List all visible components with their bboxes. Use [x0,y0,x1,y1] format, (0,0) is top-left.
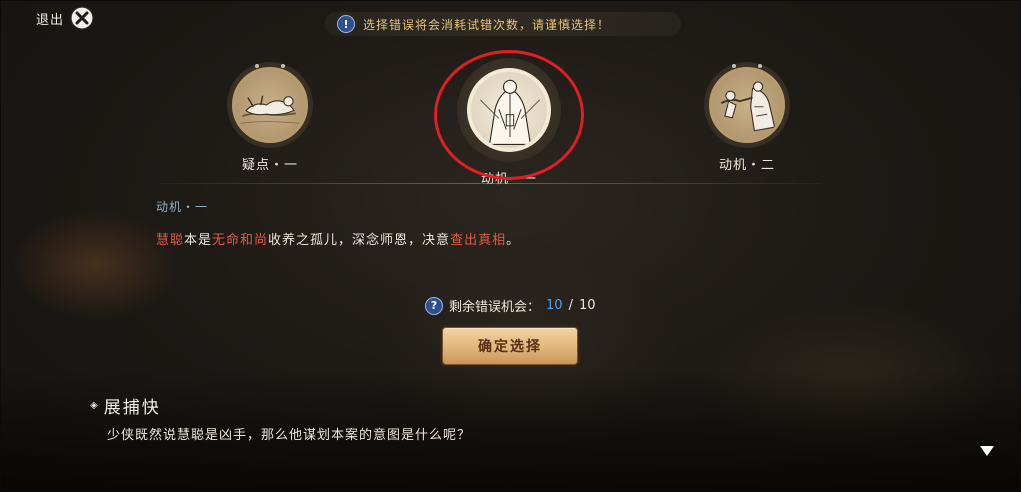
exclamation-icon: ! [337,15,355,33]
section-divider [160,183,820,184]
confirm-label: 确定选择 [478,339,542,355]
confirm-selection-button[interactable]: 确定选择 [442,327,578,365]
dialog-speaker: ◈ 展捕快 [90,393,161,418]
next-arrow-icon[interactable] [980,446,994,456]
clue-label: 动机・二 [718,158,775,173]
clue-image [467,68,551,152]
warning-text: 选择错误将会消耗试错次数，请谨慎选择！ [363,17,611,32]
clue-option-motive-2[interactable]: 动机・二 [704,62,790,173]
clue-medal-selected[interactable] [457,58,561,162]
clue-label: 疑点・一 [241,158,298,173]
clue-option-doubt-1[interactable]: 疑点・一 [227,62,313,173]
chances-total: 10 [578,298,596,313]
exit-button[interactable]: 退出 [36,6,94,30]
clue-label: 动机・一 [480,172,537,187]
dialog-text: 少侠既然说慧聪是凶手，那么他谋划本案的意图是什么呢？ [107,428,472,443]
monk-figure-icon [479,79,541,145]
speaker-name: 展捕快 [103,398,161,418]
help-icon[interactable]: ? [425,296,443,315]
chances-label: 剩余错误机会： [449,300,541,315]
clue-medal[interactable] [704,62,790,148]
medal-dot [281,64,285,68]
detail-segment: 本是 [184,233,213,248]
chances-separator: / [568,298,573,313]
clue-option-motive-1[interactable]: 动机・一 [457,58,561,187]
remaining-chances: ? 剩余错误机会： 10 / 10 [425,296,596,315]
detail-title: 动机・一 [156,200,209,214]
clue-medal[interactable] [227,62,313,148]
highlight-term: 慧聪 [156,233,185,248]
fighting-figures-icon [720,81,776,132]
detail-segment: 收养之孤儿，深念师恩，决意 [268,233,451,248]
chances-current: 10 [546,298,563,313]
exit-label: 退出 [36,12,65,28]
highlight-term: 无命和尚 [212,233,269,248]
fallen-body-icon [240,95,300,124]
clue-image [232,67,308,143]
diamond-icon: ◈ [90,400,98,411]
medal-dot [732,64,736,68]
detail-segment: 。 [506,233,521,248]
medal-dot [255,64,259,68]
detail-text: 慧聪本是无命和尚收养之孤儿，深念师恩，决意查出真相。 [156,229,520,248]
clue-image [709,67,785,143]
medal-dot [758,64,762,68]
warning-banner: ! 选择错误将会消耗试错次数，请谨慎选择！ [325,12,681,36]
background-glow-left [10,210,180,320]
close-icon[interactable] [70,6,94,30]
highlight-term: 查出真相 [450,233,507,248]
